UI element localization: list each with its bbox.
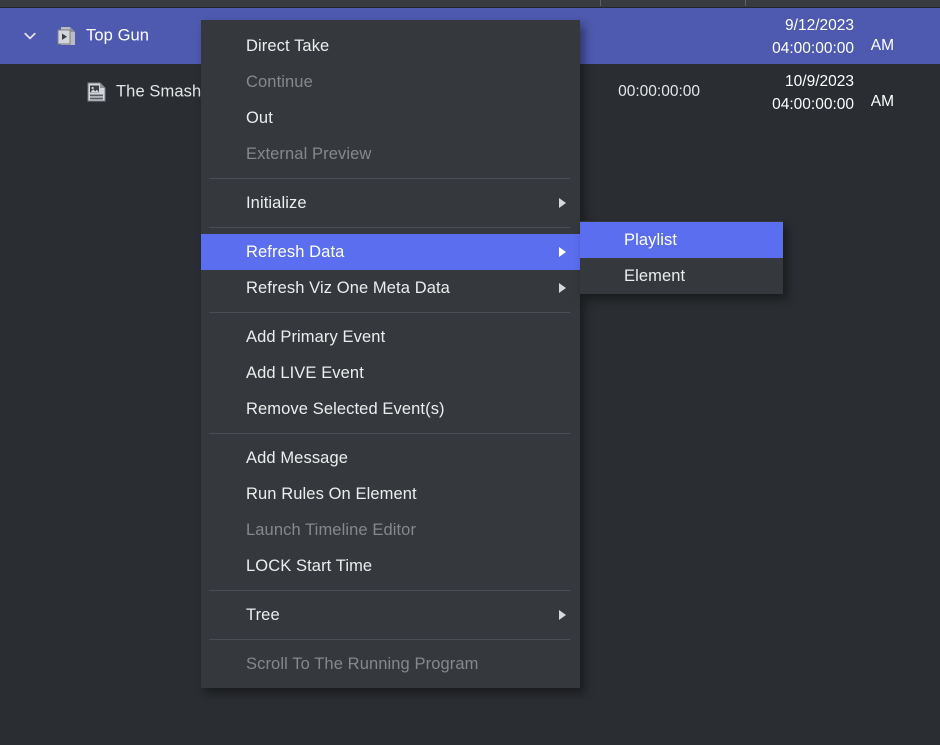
menu-item-scroll-to-the-running-program: Scroll To The Running Program: [201, 646, 580, 682]
video-document-icon: [56, 24, 78, 48]
menu-item-external-preview: External Preview: [201, 136, 580, 172]
menu-separator: [209, 227, 570, 228]
menu-item-initialize[interactable]: Initialize: [201, 185, 580, 221]
chevron-right-icon: [559, 610, 566, 620]
chevron-right-icon: [559, 283, 566, 293]
row-datetime: 9/12/202304:00:00:00: [704, 14, 854, 60]
menu-separator: [209, 433, 570, 434]
menu-item-label: Remove Selected Event(s): [246, 400, 445, 418]
row-duration: 00:00:00:00: [618, 83, 700, 101]
menu-item-lock-start-time[interactable]: LOCK Start Time: [201, 548, 580, 584]
column-divider-1[interactable]: [745, 0, 746, 6]
menu-separator: [209, 178, 570, 179]
menu-separator: [209, 639, 570, 640]
menu-item-add-primary-event[interactable]: Add Primary Event: [201, 319, 580, 355]
row-time: 04:00:00:00: [704, 37, 854, 60]
row-datetime: 10/9/202304:00:00:00: [704, 70, 854, 116]
menu-item-tree[interactable]: Tree: [201, 597, 580, 633]
menu-item-label: Continue: [246, 73, 313, 91]
menu-item-label: Element: [624, 267, 685, 285]
row-title: The Smash: [116, 83, 201, 102]
menu-item-label: Add LIVE Event: [246, 364, 364, 382]
chevron-down-icon[interactable]: [22, 28, 38, 44]
row-title: Top Gun: [86, 27, 149, 46]
row-time: 04:00:00:00: [704, 93, 854, 116]
menu-item-continue: Continue: [201, 64, 580, 100]
row-ampm: AM: [871, 37, 894, 55]
row-date: 9/12/2023: [704, 14, 854, 37]
context-menu[interactable]: Direct Take Continue Out External Preview In…: [201, 20, 580, 688]
menu-separator: [209, 590, 570, 591]
menu-item-playlist[interactable]: Playlist: [580, 222, 783, 258]
menu-item-label: External Preview: [246, 145, 371, 163]
menu-item-label: LOCK Start Time: [246, 557, 372, 575]
menu-item-label: Refresh Viz One Meta Data: [246, 279, 450, 297]
column-header-strip: [0, 0, 940, 8]
column-divider-0[interactable]: [600, 0, 601, 6]
menu-item-label: Playlist: [624, 231, 677, 249]
menu-item-refresh-viz-one-meta-data[interactable]: Refresh Viz One Meta Data: [201, 270, 580, 306]
menu-item-label: Launch Timeline Editor: [246, 521, 416, 539]
menu-item-label: Direct Take: [246, 37, 329, 55]
menu-item-label: Add Primary Event: [246, 328, 385, 346]
menu-item-element[interactable]: Element: [580, 258, 783, 294]
menu-item-launch-timeline-editor: Launch Timeline Editor: [201, 512, 580, 548]
menu-item-label: Scroll To The Running Program: [246, 655, 479, 673]
menu-item-label: Initialize: [246, 194, 307, 212]
menu-item-label: Tree: [246, 606, 280, 624]
refresh-data-submenu[interactable]: Playlist Element: [580, 221, 783, 294]
menu-item-label: Out: [246, 109, 273, 127]
menu-item-add-message[interactable]: Add Message: [201, 440, 580, 476]
chevron-right-icon: [559, 247, 566, 257]
image-document-icon: [86, 80, 108, 104]
row-date: 10/9/2023: [704, 70, 854, 93]
menu-item-run-rules-on-element[interactable]: Run Rules On Element: [201, 476, 580, 512]
menu-item-direct-take[interactable]: Direct Take: [201, 28, 580, 64]
chevron-right-icon: [559, 198, 566, 208]
menu-item-remove-selected-event-s[interactable]: Remove Selected Event(s): [201, 391, 580, 427]
menu-item-label: Add Message: [246, 449, 348, 467]
menu-separator: [209, 312, 570, 313]
menu-item-add-live-event[interactable]: Add LIVE Event: [201, 355, 580, 391]
menu-item-label: Refresh Data: [246, 243, 344, 261]
row-ampm: AM: [871, 93, 894, 111]
menu-item-label: Run Rules On Element: [246, 485, 417, 503]
menu-item-out[interactable]: Out: [201, 100, 580, 136]
menu-item-refresh-data[interactable]: Refresh Data: [201, 234, 580, 270]
